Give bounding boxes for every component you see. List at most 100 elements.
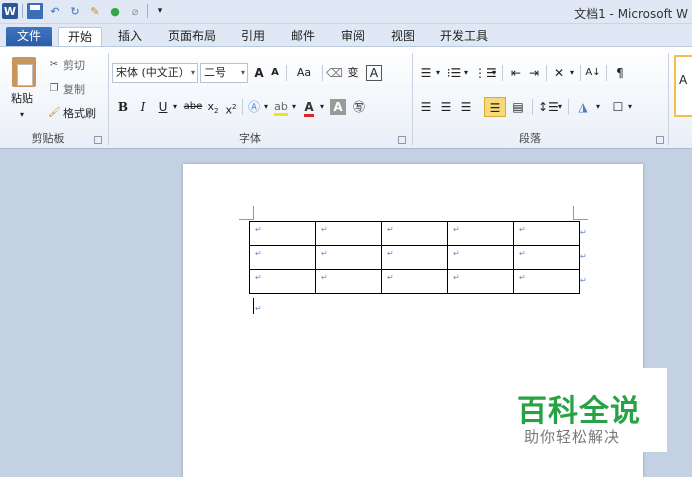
grow-font-button[interactable]: A (252, 63, 266, 83)
font-name-dropdown-icon[interactable]: ▾ (191, 64, 195, 82)
tab-insert[interactable]: 插入 (110, 27, 150, 47)
table-cell[interactable]: ↵ (513, 245, 580, 270)
increase-indent-icon[interactable]: ⇥ (526, 63, 542, 83)
redo-icon[interactable]: ↻ (67, 3, 83, 19)
chinese-layout-dropdown-icon[interactable]: ▾ (568, 63, 576, 83)
customize-qat-icon[interactable]: ▾ (152, 3, 168, 19)
highlight-icon[interactable]: ab (272, 97, 290, 117)
format-painter-qat-icon[interactable]: ✎ (87, 3, 103, 19)
chinese-layout-icon[interactable]: ✕ (550, 63, 568, 83)
bullets-icon[interactable]: ☰ (418, 63, 434, 83)
line-spacing-icon[interactable]: ↕☰ (538, 97, 559, 117)
table-cell[interactable]: ↵ (447, 269, 514, 294)
table-cell[interactable]: ↵ (381, 221, 448, 246)
char-border-button[interactable]: A (366, 65, 382, 81)
sort-icon[interactable]: A↓ (584, 63, 602, 83)
row-end-mark: ↵ (580, 252, 587, 261)
table-cell[interactable]: ↵ (447, 245, 514, 270)
text-effects-dropdown-icon[interactable]: ▾ (262, 97, 270, 117)
subscript-button[interactable]: x2 (206, 97, 220, 117)
table-row: ↵ ↵ ↵ ↵ ↵ (249, 221, 580, 246)
shading-icon[interactable]: ◮ (574, 97, 592, 117)
highlight-dropdown-icon[interactable]: ▾ (290, 97, 298, 117)
superscript-button[interactable]: x2 (224, 97, 238, 117)
font-size-combo[interactable]: 二号 ▾ (200, 63, 248, 83)
copy-button[interactable]: ❐ 复制 (48, 81, 85, 97)
font-launcher-icon[interactable] (398, 136, 406, 144)
show-marks-icon[interactable]: ¶ (612, 63, 628, 83)
tab-view[interactable]: 视图 (384, 27, 422, 47)
italic-button[interactable]: I (136, 97, 150, 117)
decrease-indent-icon[interactable]: ⇤ (508, 63, 524, 83)
save-icon[interactable] (27, 3, 43, 19)
bullets-dropdown-icon[interactable]: ▾ (434, 63, 442, 83)
paragraph-launcher-icon[interactable] (656, 136, 664, 144)
justify-icon[interactable]: ☰ (484, 97, 506, 117)
table-cell[interactable]: ↵ (249, 221, 316, 246)
align-center-icon[interactable]: ☰ (438, 97, 454, 117)
format-painter-button[interactable]: 🖌 格式刷 (48, 105, 96, 121)
enclose-chars-icon[interactable]: ㊢ (350, 97, 368, 117)
table-cell[interactable]: ↵ (315, 269, 382, 294)
font-name-combo[interactable]: 宋体 (中文正） ▾ (112, 63, 198, 83)
format-painter-label: 格式刷 (63, 107, 96, 120)
align-right-icon[interactable]: ☰ (458, 97, 474, 117)
underline-button[interactable]: U (156, 97, 170, 117)
font-color-dropdown-icon[interactable]: ▾ (318, 97, 326, 117)
line-spacing-dropdown-icon[interactable]: ▾ (556, 97, 564, 117)
multilevel-list-icon[interactable]: ⋮☰ (474, 63, 497, 83)
table-cell[interactable]: ↵ (513, 221, 580, 246)
word-app-icon[interactable]: W (2, 3, 18, 19)
font-group-label: 字体 (239, 132, 261, 145)
numbering-dropdown-icon[interactable]: ▾ (462, 63, 470, 83)
align-left-icon[interactable]: ☰ (418, 97, 434, 117)
bold-button[interactable]: B (116, 97, 130, 117)
tab-home[interactable]: 开始 (58, 27, 102, 47)
borders-dropdown-icon[interactable]: ▾ (626, 97, 634, 117)
numbering-icon[interactable]: ⁝☰ (446, 63, 462, 83)
undo-icon[interactable]: ↶ (47, 3, 63, 19)
distributed-icon[interactable]: ▤ (510, 97, 526, 117)
table-cell[interactable]: ↵ (513, 269, 580, 294)
table-cell[interactable]: ↵ (249, 269, 316, 294)
borders-icon[interactable]: ☐ (610, 97, 626, 117)
copy-icon: ❐ (49, 83, 59, 94)
table-cell[interactable]: ↵ (381, 269, 448, 294)
table-cell[interactable]: ↵ (315, 221, 382, 246)
clear-formatting-icon[interactable]: ⌫ (326, 63, 343, 83)
underline-dropdown-icon[interactable]: ▾ (170, 97, 180, 117)
table-cell[interactable]: ↵ (381, 245, 448, 270)
tab-file[interactable]: 文件 (6, 27, 52, 47)
font-color-icon[interactable]: A (300, 97, 318, 117)
shading-dropdown-icon[interactable]: ▾ (594, 97, 602, 117)
phonetic-guide-button[interactable]: 变 (344, 63, 362, 83)
tab-mailings[interactable]: 邮件 (284, 27, 322, 47)
tab-page-layout[interactable]: 页面布局 (160, 27, 224, 47)
tab-references[interactable]: 引用 (234, 27, 272, 47)
color-circle-icon[interactable]: ● (107, 3, 123, 19)
styles-gallery[interactable]: A (674, 55, 692, 117)
shrink-font-button[interactable]: A (268, 63, 282, 83)
document-table[interactable]: ↵ ↵ ↵ ↵ ↵ ↵ ↵ ↵ ↵ ↵ ↵ ↵ ↵ ↵ ↵ (249, 221, 580, 294)
clipboard-launcher-icon[interactable] (94, 136, 102, 144)
para-separator-2 (546, 65, 547, 81)
paste-dropdown-icon[interactable]: ▾ (12, 105, 32, 125)
tab-review[interactable]: 审阅 (334, 27, 372, 47)
title-bar: W ↶ ↻ ✎ ● ⌀ ▾ 文档1 - Microsoft W (0, 0, 692, 24)
cut-button[interactable]: ✂ 剪切 (48, 57, 85, 73)
change-case-button[interactable]: Aa (290, 63, 318, 83)
text-effects-icon[interactable]: Ⓐ (246, 97, 262, 117)
table-cell[interactable]: ↵ (249, 245, 316, 270)
crop-mark-left (253, 206, 254, 220)
table-cell[interactable]: ↵ (447, 221, 514, 246)
char-shading-icon[interactable]: A (330, 99, 346, 115)
clear-format-icon[interactable]: ⌀ (127, 3, 143, 19)
multilevel-dropdown-icon[interactable]: ▾ (490, 63, 498, 83)
font-size-dropdown-icon[interactable]: ▾ (241, 64, 245, 82)
strikethrough-button[interactable]: abe (182, 97, 204, 117)
tab-developer[interactable]: 开发工具 (432, 27, 496, 47)
watermark-subtitle: 助你轻松解决 (524, 428, 621, 446)
font-separator-3 (242, 99, 243, 115)
table-cell[interactable]: ↵ (315, 245, 382, 270)
group-separator (108, 53, 109, 145)
